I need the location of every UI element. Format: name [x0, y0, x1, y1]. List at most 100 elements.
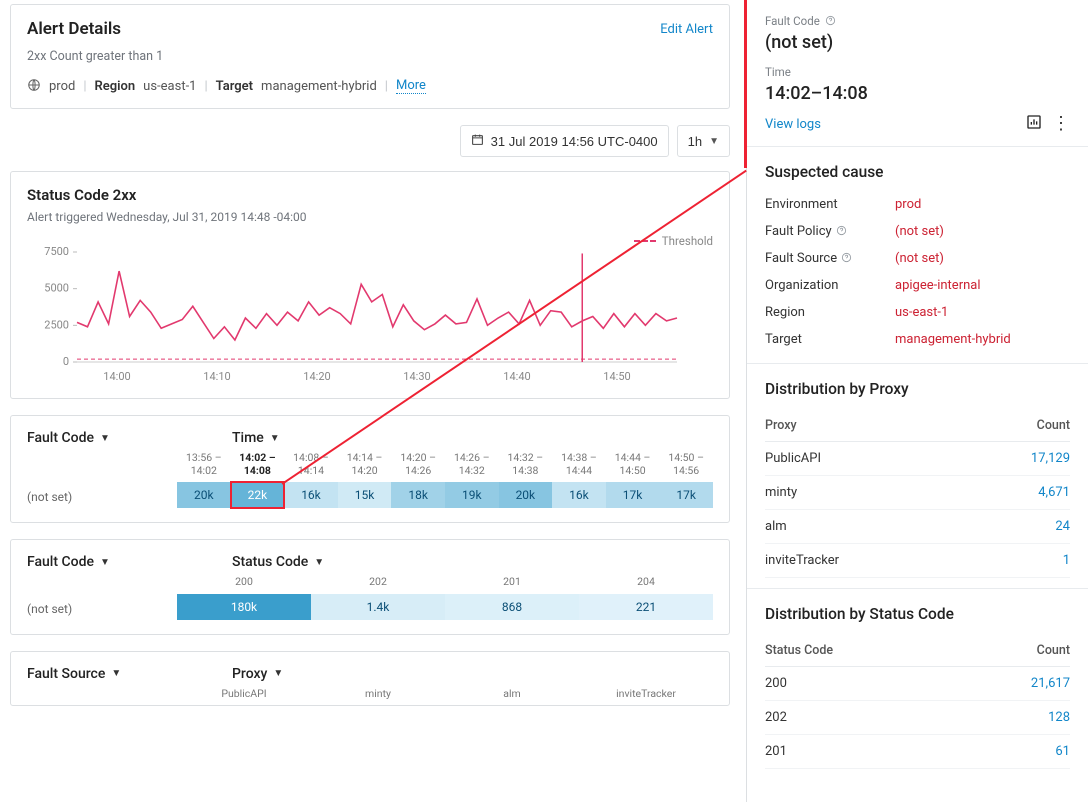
facet-status-right-picker[interactable]: Status Code ▼: [232, 554, 324, 570]
caret-down-icon: ▼: [273, 668, 283, 679]
facet-time-rowlabel: (not set): [27, 452, 177, 508]
cause-key: Region: [765, 305, 895, 320]
dist-status-count[interactable]: 21,617: [1031, 676, 1070, 691]
caret-down-icon: ▼: [270, 433, 280, 444]
cause-value: management-hybrid: [895, 332, 1011, 347]
heat-status-cell[interactable]: 1.4k: [311, 594, 445, 620]
facet-status-rowlabel: (not set): [27, 576, 177, 620]
cause-value: (not set): [895, 251, 944, 266]
heat-time-cell[interactable]: 15k: [338, 482, 392, 508]
dist-proxy-title: Distribution by Proxy: [765, 380, 1070, 398]
dist-status-count[interactable]: 128: [1048, 710, 1070, 725]
side-time-value: 14:02–14:08: [765, 83, 1070, 104]
facet-proxy-card: Fault Source ▼ Proxy ▼ PublicAPImintyalm…: [10, 651, 730, 707]
cause-key: Target: [765, 332, 895, 347]
dist-status-name: 200: [765, 676, 787, 691]
heat-time-cell[interactable]: 20k: [177, 482, 231, 508]
datetime-picker[interactable]: 31 Jul 2019 14:56 UTC-0400: [460, 125, 669, 157]
range-picker[interactable]: 1h ▼: [677, 125, 730, 157]
facet-time-right-picker[interactable]: Time ▼: [232, 430, 280, 446]
heat-status-cell[interactable]: 221: [579, 594, 713, 620]
status-line-chart[interactable]: 025005000750014:0014:1014:2014:3014:4014…: [27, 234, 687, 384]
help-icon[interactable]: [825, 14, 836, 28]
heat-time-cell[interactable]: 17k: [659, 482, 713, 508]
dist-status-section: Distribution by Status Code Status Code …: [747, 588, 1088, 779]
heat-time-cell[interactable]: 19k: [445, 482, 499, 508]
dist-status-count[interactable]: 61: [1055, 744, 1070, 759]
region-label: Region: [95, 79, 136, 94]
dist-proxy-name: PublicAPI: [765, 451, 821, 466]
heat-proxy-header: minty: [311, 688, 445, 706]
heat-time-cell[interactable]: 16k: [552, 482, 606, 508]
view-logs-link[interactable]: View logs: [765, 117, 821, 132]
svg-text:14:50: 14:50: [603, 370, 630, 383]
dist-proxy-count[interactable]: 4,671: [1038, 485, 1070, 500]
alert-env: prod: [49, 79, 75, 94]
datetime-value: 31 Jul 2019 14:56 UTC-0400: [491, 134, 658, 149]
dist-status-name: 202: [765, 710, 787, 725]
cause-row: Fault Source (not set): [765, 245, 1070, 272]
dist-proxy-count[interactable]: 1: [1063, 553, 1070, 568]
cause-key: Fault Source: [765, 251, 895, 266]
dist-proxy-name: alm: [765, 519, 787, 534]
caret-down-icon: ▼: [709, 136, 719, 147]
status-title: Status Code 2xx: [27, 186, 713, 204]
facet-status-left-picker[interactable]: Fault Code ▼: [27, 554, 177, 570]
facet-proxy-right-picker[interactable]: Proxy ▼: [232, 666, 283, 682]
heat-time-cell[interactable]: 20k: [499, 482, 553, 508]
more-link[interactable]: More: [396, 78, 426, 94]
cause-value: prod: [895, 197, 921, 212]
facet-proxy-left-label: Fault Source: [27, 666, 105, 682]
more-menu-icon[interactable]: ⋮: [1052, 115, 1070, 133]
edit-alert-link[interactable]: Edit Alert: [660, 22, 713, 37]
cause-row: Regionus-east-1: [765, 299, 1070, 326]
cause-key: Fault Policy: [765, 224, 895, 239]
region-value: us-east-1: [143, 79, 196, 94]
dist-proxy-head-name: Proxy: [765, 418, 797, 433]
suspected-cause-title: Suspected cause: [765, 163, 1070, 181]
dist-proxy-name: inviteTracker: [765, 553, 839, 568]
range-value: 1h: [688, 134, 702, 149]
facet-time-left-picker[interactable]: Fault Code ▼: [27, 430, 177, 446]
cause-value: apigee-internal: [895, 278, 981, 293]
facet-status-left-label: Fault Code: [27, 554, 94, 570]
help-icon[interactable]: [841, 251, 852, 266]
heat-time-header: 13:56 – 14:02: [177, 452, 231, 482]
caret-down-icon: ▼: [100, 557, 110, 568]
svg-text:14:20: 14:20: [303, 370, 330, 383]
heat-proxy-header: inviteTracker: [579, 688, 713, 706]
svg-text:2500: 2500: [44, 318, 69, 331]
heat-status-header: 200: [177, 576, 311, 594]
dist-proxy-count[interactable]: 24: [1055, 519, 1070, 534]
heat-time-cell[interactable]: 17k: [606, 482, 660, 508]
heat-time-header: 14:38 – 14:44: [552, 452, 606, 482]
alert-details-card: Alert Details Edit Alert 2xx Count great…: [10, 4, 730, 109]
facet-status-card: Fault Code ▼ Status Code ▼ (not set) 200…: [10, 539, 730, 635]
side-faultcode-value: (not set): [765, 32, 1070, 53]
svg-text:14:10: 14:10: [203, 370, 230, 383]
cause-row: Environmentprod: [765, 191, 1070, 218]
dist-proxy-count[interactable]: 17,129: [1031, 451, 1070, 466]
heat-time-cell[interactable]: 16k: [284, 482, 338, 508]
facet-proxy-right-label: Proxy: [232, 666, 267, 682]
heat-time-cell[interactable]: 18k: [391, 482, 445, 508]
heat-proxy-header: alm: [445, 688, 579, 706]
detail-side-panel: Fault Code (not set) Time 14:02–14:08 Vi…: [746, 0, 1088, 802]
caret-down-icon: ▼: [314, 557, 324, 568]
heat-time-header: 14:26 – 14:32: [445, 452, 499, 482]
heat-time-header: 14:50 – 14:56: [659, 452, 713, 482]
status-chart-card: Status Code 2xx Alert triggered Wednesda…: [10, 171, 730, 399]
heat-time-cell[interactable]: 22k: [231, 482, 285, 508]
heat-status-cell[interactable]: 180k: [177, 594, 311, 620]
bar-chart-icon[interactable]: [1026, 114, 1042, 134]
threshold-legend: Threshold: [634, 234, 713, 248]
help-icon[interactable]: [836, 224, 847, 239]
heat-status-header: 201: [445, 576, 579, 594]
cause-row: Fault Policy (not set): [765, 218, 1070, 245]
svg-text:14:40: 14:40: [503, 370, 530, 383]
heat-status-cell[interactable]: 868: [445, 594, 579, 620]
target-label: Target: [216, 79, 253, 94]
facet-proxy-left-picker[interactable]: Fault Source ▼: [27, 666, 177, 682]
dist-proxy-row: PublicAPI 17,129: [765, 442, 1070, 476]
svg-text:7500: 7500: [44, 245, 69, 258]
